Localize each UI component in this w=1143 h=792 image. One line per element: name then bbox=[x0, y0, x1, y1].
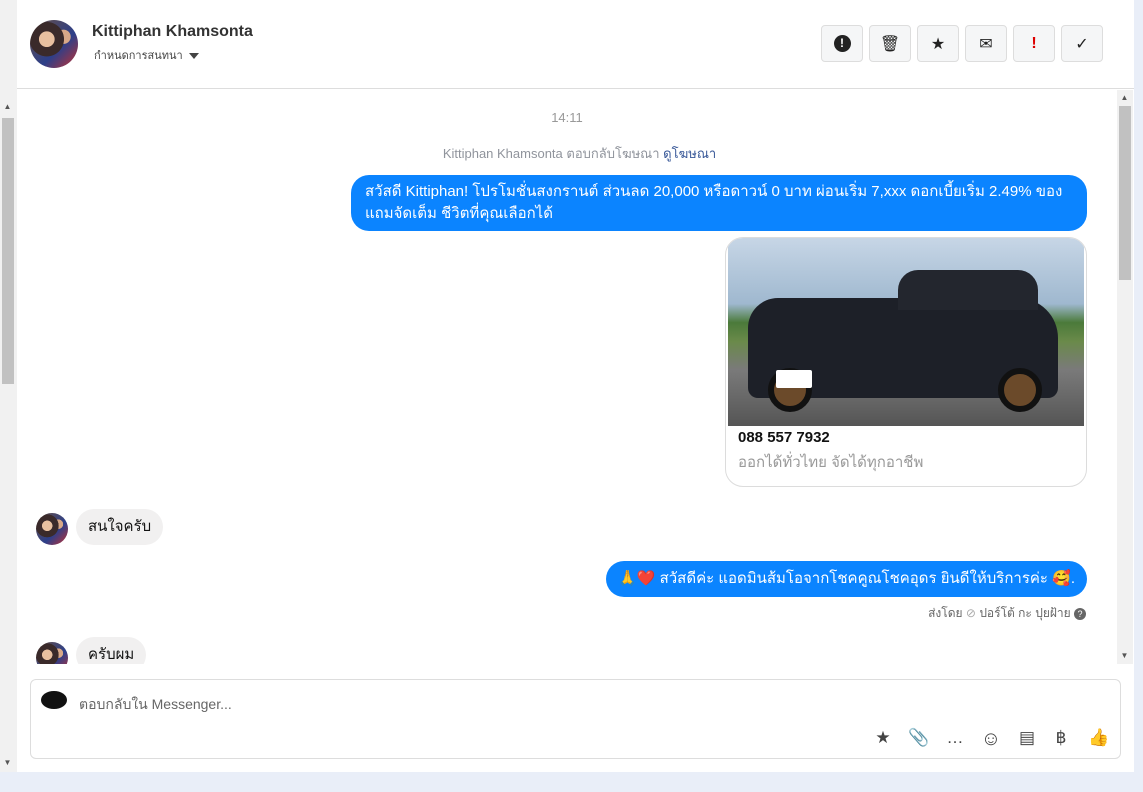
scrollbar-thumb[interactable] bbox=[1119, 106, 1131, 280]
view-ad-link[interactable]: ดูโฆษณา bbox=[663, 146, 716, 161]
message-timestamp: 14:11 bbox=[551, 110, 583, 125]
mark-unread-button[interactable]: ✉ bbox=[965, 25, 1007, 62]
template-icon[interactable]: ▤ bbox=[1016, 728, 1038, 748]
attachment-icon[interactable]: 📎 bbox=[908, 728, 930, 748]
outgoing-message: สวัสดี Kittiphan! โปรโมชั่นสงกรานต์ ส่วน… bbox=[351, 175, 1087, 231]
envelope-icon: ✉ bbox=[979, 35, 993, 53]
conversation-panel: Kittiphan Khamsonta กำหนดการสนทนา ! 🗑 ★ … bbox=[17, 0, 1134, 772]
conversation-settings-label: กำหนดการสนทนา bbox=[94, 50, 183, 62]
emoji-icon[interactable]: ☺ bbox=[980, 728, 1002, 751]
exclamation-icon: ! bbox=[1031, 34, 1037, 52]
follow-up-button[interactable]: ! bbox=[1013, 25, 1055, 62]
check-icon: ✓ bbox=[1075, 35, 1089, 53]
help-icon[interactable]: ? bbox=[1074, 608, 1086, 620]
spam-button[interactable]: ! bbox=[821, 25, 863, 62]
sent-by-info: ส่งโดย ⊘ ปอร์โต้ กะ ปุยฝ้าย ? bbox=[928, 604, 1086, 623]
verified-icon: ⊘ bbox=[965, 606, 976, 620]
contact-avatar[interactable] bbox=[30, 20, 78, 68]
alert-circle-icon: ! bbox=[833, 35, 851, 52]
saved-reply-icon[interactable]: ★ bbox=[872, 728, 894, 748]
scroll-up-arrow[interactable]: ▲ bbox=[1117, 93, 1132, 102]
ad-card[interactable]: 088 557 7932 ออกได้ทั่วไทย จัดได้ทุกอาชี… bbox=[725, 237, 1087, 487]
card-title: 088 557 7932 bbox=[738, 429, 830, 446]
ad-reply-notice: Kittiphan Khamsonta ตอบกลับโฆษณา ดูโฆษณา bbox=[17, 143, 1142, 164]
done-button[interactable]: ✓ bbox=[1061, 25, 1103, 62]
scroll-down-arrow[interactable]: ▼ bbox=[0, 758, 15, 767]
sender-name: ปอร์โต้ กะ ปุยฝ้าย bbox=[979, 606, 1071, 620]
contact-avatar-small bbox=[36, 642, 68, 664]
incoming-message: ครับผม bbox=[76, 637, 147, 664]
scroll-up-arrow[interactable]: ▲ bbox=[0, 102, 15, 111]
contact-name[interactable]: Kittiphan Khamsonta bbox=[92, 23, 253, 41]
reply-composer[interactable]: ตอบกลับใน Messenger... ★ 📎 … ☺ ▤ ฿ 👍 bbox=[30, 679, 1121, 759]
star-button[interactable]: ★ bbox=[917, 25, 959, 62]
chat-bubble-icon[interactable]: … bbox=[944, 728, 966, 748]
trash-icon: 🗑 bbox=[879, 35, 901, 53]
outgoing-message: 🙏❤️ สวัสดีค่ะ แอดมินส้มโอจากโชคคูณโชคอุด… bbox=[606, 561, 1087, 597]
star-icon: ★ bbox=[930, 35, 946, 53]
page-scrollbar[interactable]: ▲ ▼ bbox=[0, 0, 17, 772]
payment-icon[interactable]: ฿ bbox=[1050, 728, 1072, 748]
conversation-settings-dropdown[interactable]: กำหนดการสนทนา bbox=[94, 46, 199, 64]
card-description: ออกได้ทั่วไทย จัดได้ทุกอาชีพ bbox=[738, 454, 924, 471]
scrollbar-thumb[interactable] bbox=[2, 118, 14, 384]
conversation-header: Kittiphan Khamsonta กำหนดการสนทนา ! 🗑 ★ … bbox=[17, 0, 1134, 89]
messages-scrollbar[interactable]: ▲ ▼ bbox=[1117, 90, 1133, 664]
ad-reply-text: Kittiphan Khamsonta ตอบกลับโฆษณา bbox=[442, 146, 660, 161]
sent-by-label: ส่งโดย bbox=[928, 606, 963, 620]
reply-input[interactable]: ตอบกลับใน Messenger... bbox=[79, 694, 232, 716]
scroll-down-arrow[interactable]: ▼ bbox=[1117, 651, 1132, 660]
page-logo bbox=[41, 691, 67, 709]
caret-down-icon bbox=[188, 53, 199, 60]
contact-avatar-small bbox=[36, 513, 68, 545]
like-icon[interactable]: 👍 bbox=[1088, 728, 1110, 748]
delete-button[interactable]: 🗑 bbox=[869, 25, 911, 62]
incoming-message: สนใจครับ bbox=[76, 509, 164, 545]
car-image bbox=[728, 238, 1084, 426]
